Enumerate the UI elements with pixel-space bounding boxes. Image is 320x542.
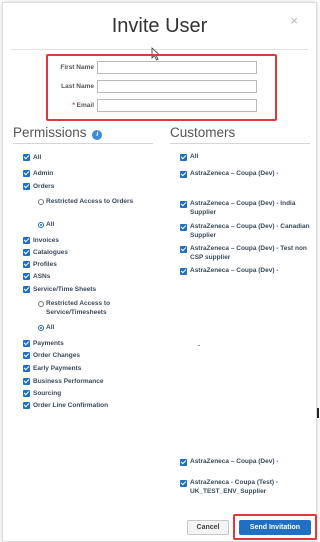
first-name-field[interactable] (97, 61, 257, 74)
send-invitation-highlight: Send Invitation (233, 514, 317, 540)
checkbox-checked-icon[interactable] (23, 170, 30, 177)
radio-selected-icon[interactable] (38, 325, 44, 331)
checkbox-checked-icon[interactable] (180, 224, 187, 231)
checkbox-checked-icon[interactable] (23, 402, 30, 409)
checkbox-checked-icon[interactable] (180, 154, 187, 161)
checkbox-checked-icon[interactable] (180, 480, 187, 487)
checkbox-checked-icon[interactable] (23, 378, 30, 385)
user-details-highlight: First Name Last Name * Email (46, 54, 277, 121)
edge-marker (317, 408, 319, 418)
checkbox-checked-icon[interactable] (23, 390, 30, 397)
radio-unselected-icon[interactable] (38, 199, 44, 205)
checkbox-checked-icon[interactable] (23, 183, 30, 190)
checkbox-checked-icon[interactable] (23, 237, 30, 244)
checkbox-checked-icon[interactable] (23, 249, 30, 256)
required-mark: * (72, 102, 75, 109)
checkbox-checked-icon[interactable] (23, 340, 30, 347)
permissions-heading-text: Permissions (13, 125, 87, 140)
first-name-label: First Name (60, 64, 94, 71)
send-invitation-button[interactable]: Send Invitation (239, 520, 311, 535)
checkbox-checked-icon[interactable] (180, 201, 187, 208)
checkbox-checked-icon[interactable] (23, 365, 30, 372)
checkbox-checked-icon[interactable] (23, 261, 30, 268)
permissions-divider (13, 143, 153, 144)
info-icon[interactable]: i (92, 130, 103, 140)
email-label: * Email (24, 102, 94, 109)
stray-dot (198, 345, 200, 346)
permissions-heading: Permissions i (13, 125, 103, 140)
checkbox-checked-icon[interactable] (180, 268, 187, 275)
checkbox-checked-icon[interactable] (180, 171, 187, 178)
checkbox-checked-icon[interactable] (180, 459, 187, 466)
radio-selected-icon[interactable] (38, 222, 44, 228)
last-name-row: Last Name (48, 79, 275, 95)
checkbox-checked-icon[interactable] (180, 246, 187, 253)
last-name-label: Last Name (61, 83, 94, 90)
last-name-field[interactable] (97, 80, 257, 93)
checkbox-checked-icon[interactable] (23, 154, 30, 161)
customers-heading: Customers (170, 125, 236, 140)
dialog-title: Invite User (111, 15, 208, 37)
customers-divider (170, 143, 310, 144)
checkbox-checked-icon[interactable] (23, 286, 30, 293)
checkbox-checked-icon[interactable] (23, 352, 30, 359)
radio-unselected-icon[interactable] (38, 301, 44, 307)
close-icon[interactable]: × (290, 13, 298, 28)
cancel-button[interactable]: Cancel (187, 520, 229, 535)
email-field[interactable] (97, 99, 257, 112)
invite-user-dialog: Invite User × First Name Last Name * Ema… (2, 2, 317, 542)
checkbox-checked-icon[interactable] (23, 273, 30, 280)
email-row: * Email (48, 98, 275, 114)
email-label-text: Email (76, 102, 94, 109)
first-name-row: First Name (48, 60, 275, 76)
